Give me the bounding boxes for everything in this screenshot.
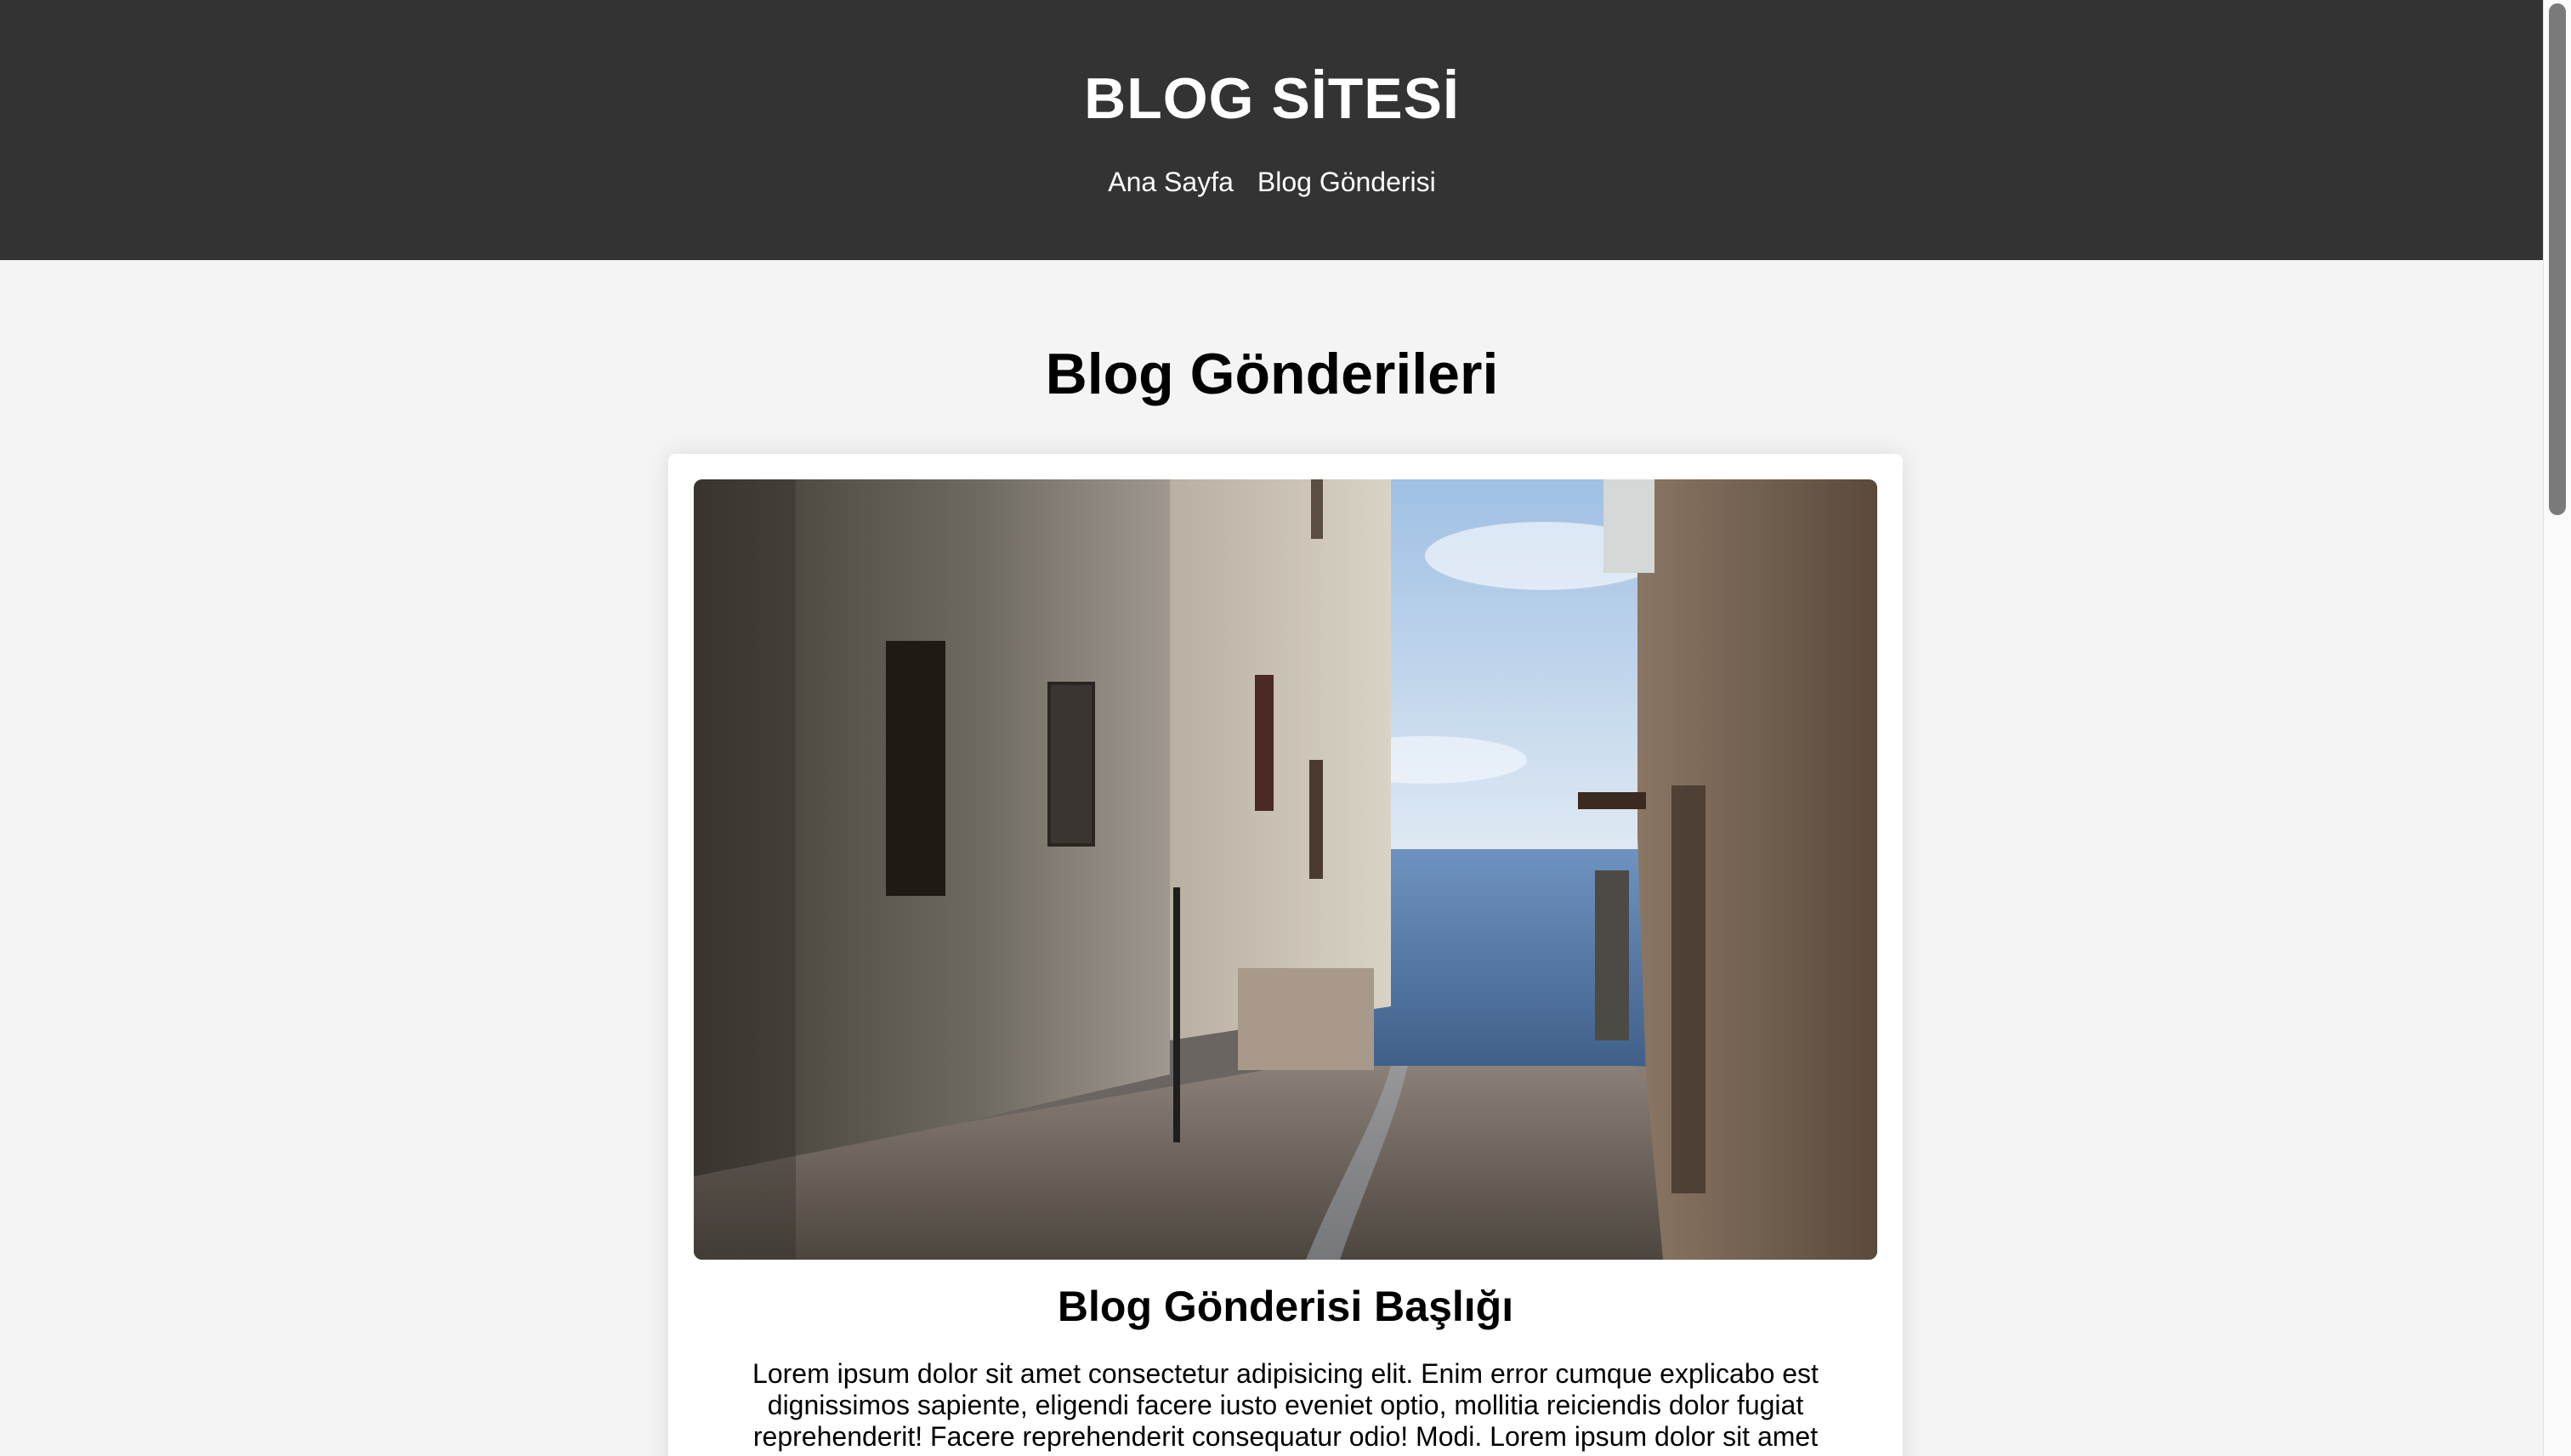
nav-link-home[interactable]: Ana Sayfa — [1108, 161, 1234, 202]
post-title[interactable]: Blog Gönderisi Başlığı — [694, 1277, 1877, 1336]
scrollbar-thumb[interactable] — [2549, 3, 2566, 515]
site-title: BLOG SİTESİ — [1084, 66, 1460, 131]
page: BLOG SİTESİ Ana Sayfa Blog Gönderisi Blo… — [0, 0, 2571, 1456]
main-content: Blog Gönderileri Blog Gönderisi Başlığı … — [0, 260, 2544, 1456]
section-title: Blog Gönderileri — [1045, 342, 1499, 406]
nav-link-blog-post[interactable]: Blog Gönderisi — [1257, 161, 1436, 202]
main-nav: Ana Sayfa Blog Gönderisi — [0, 161, 2544, 202]
site-header: BLOG SİTESİ Ana Sayfa Blog Gönderisi — [0, 0, 2544, 260]
post-card[interactable]: Blog Gönderisi Başlığı Lorem ipsum dolor… — [668, 454, 1903, 1456]
vertical-scrollbar[interactable] — [2543, 0, 2571, 1456]
alley-photo-illustration — [694, 479, 1877, 1260]
post-image[interactable] — [694, 479, 1877, 1260]
post-excerpt: Lorem ipsum dolor sit amet consectetur a… — [752, 1358, 1819, 1452]
